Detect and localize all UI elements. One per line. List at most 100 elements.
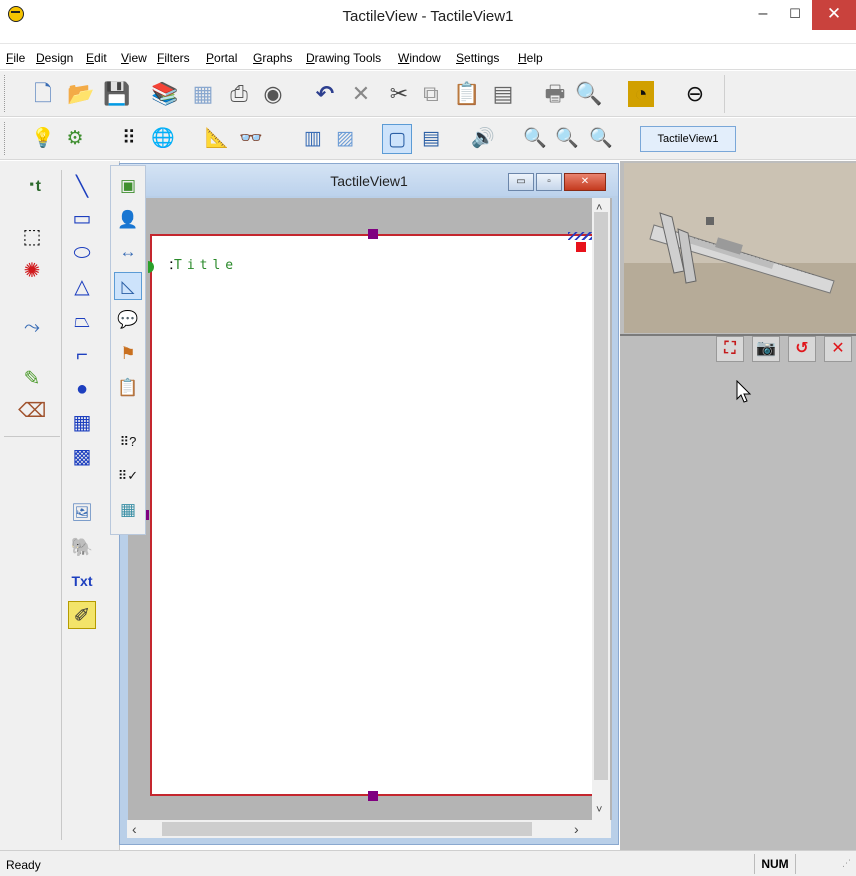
elephant-image-tool-icon[interactable]: 🐘 (68, 533, 96, 561)
insert-image-tool-icon[interactable]: 🖼 (68, 499, 96, 527)
triangle-tool-icon[interactable]: △ (68, 273, 96, 301)
menu-graphs[interactable]: Graphs (253, 51, 292, 65)
copy-icon[interactable]: ⧉ (416, 79, 446, 109)
lasso-select-tool-icon[interactable]: ✺ (18, 257, 46, 285)
save-icon[interactable]: 💾 (102, 79, 132, 109)
delete-icon[interactable]: ✕ (346, 79, 376, 109)
settings-brush-icon[interactable]: ⚙ (60, 124, 90, 154)
paste-icon[interactable]: 📋 (452, 79, 482, 109)
scroll-left-arrow[interactable]: ‹ (132, 821, 137, 837)
webcam-icon[interactable]: ◉ (258, 79, 288, 109)
measure-icon[interactable]: 📐 (202, 124, 232, 154)
braille-text-tool-icon[interactable]: ⠐t (18, 173, 46, 201)
layers-icon[interactable]: ⚑ (114, 340, 142, 368)
scanner-icon[interactable]: ⎙ (224, 79, 254, 109)
menu-drawing-tools[interactable]: Drawing Tools (306, 51, 381, 65)
tip-bulb-icon[interactable]: 💡 (28, 124, 58, 154)
maximize-button[interactable]: ☐ (780, 0, 810, 30)
chart-grid-tool-icon[interactable]: ▩ (68, 443, 96, 471)
num-lock-indicator: NUM (754, 854, 796, 874)
connector-tool-icon[interactable]: ⤳ (18, 313, 46, 341)
document-properties-icon[interactable]: ▣ (114, 172, 142, 200)
image-gallery-icon[interactable]: ▦ (188, 79, 218, 109)
zoom-out-icon[interactable]: 🔍 (520, 124, 550, 154)
document-restore-button[interactable]: ▫ (536, 173, 562, 191)
braille-check-icon[interactable]: ⠿? (114, 428, 142, 456)
menu-view[interactable]: View (121, 51, 147, 65)
dot-tool-icon[interactable]: ● (68, 375, 96, 403)
user-profile-icon[interactable]: 👤 (114, 206, 142, 234)
toolbar-grip[interactable] (4, 75, 8, 112)
menu-design[interactable]: Design (36, 51, 73, 65)
speech-bubble-icon[interactable]: 💬 (114, 306, 142, 334)
trapezoid-tool-icon[interactable]: ⏢ (68, 307, 96, 335)
capture-button[interactable]: 📷 (752, 336, 780, 362)
text-tool-label[interactable]: Txt (68, 567, 96, 595)
print-preview-icon[interactable]: 🔍 (574, 79, 604, 109)
new-icon[interactable]: 🗋 (28, 79, 58, 109)
braille-verify-icon[interactable]: ⠿✓ (114, 462, 142, 490)
audio-icon[interactable]: 🔊 (468, 124, 498, 154)
tactileview-logo-icon[interactable]: ⊖ (680, 79, 710, 109)
braille-page-icon[interactable]: ▥ (298, 124, 328, 154)
window-tab-tactileview1[interactable]: TactileView1 (640, 126, 736, 152)
print-icon[interactable]: 🖶 (540, 79, 570, 109)
horizontal-scroll-thumb[interactable] (162, 822, 532, 836)
braille-dots-icon[interactable]: ⠿ (114, 124, 144, 154)
line-tool-icon[interactable]: ╲ (68, 173, 96, 201)
minimize-button[interactable]: – (748, 0, 778, 30)
cut-icon[interactable]: ✂ (384, 79, 414, 109)
rectangle-tool-icon[interactable]: ▭ (68, 205, 96, 233)
close-button[interactable]: ✕ (812, 0, 856, 30)
rss-feed-icon[interactable]: ◔ (628, 81, 654, 107)
toolbar-grip[interactable] (4, 122, 8, 155)
menu-edit[interactable]: Edit (86, 51, 107, 65)
menu-file[interactable]: File (6, 51, 25, 65)
resize-grip-icon[interactable]: ⋰ (842, 858, 851, 869)
table-tool-icon[interactable]: ▦ (68, 409, 96, 437)
scroll-right-arrow[interactable]: › (574, 821, 579, 837)
page-title-text[interactable]: Title (174, 258, 238, 273)
page-handle-bottom[interactable] (368, 791, 378, 801)
menu-portal[interactable]: Portal (206, 51, 237, 65)
fullscreen-button[interactable]: ⛶ (716, 336, 744, 362)
scroll-down-arrow[interactable]: ˅ (596, 804, 602, 816)
page-corner-hatch (568, 232, 592, 240)
library-icon[interactable]: 📚 (150, 79, 180, 109)
pattern-icon[interactable]: ▨ (330, 124, 360, 154)
select-rectangle-tool-icon[interactable]: ⬚ (18, 223, 46, 251)
menu-help[interactable]: Help (518, 51, 543, 65)
globe-icon[interactable]: 🌐 (148, 124, 178, 154)
page-view-icon[interactable]: ▢ (382, 124, 412, 154)
page-corner-marker[interactable] (576, 242, 586, 252)
page-handle-top[interactable] (368, 229, 378, 239)
paste-special-icon[interactable]: ▤ (488, 79, 518, 109)
zoom-in-icon[interactable]: 🔍 (552, 124, 582, 154)
close-camera-button[interactable]: ✕ (824, 336, 852, 362)
drawing-canvas-area[interactable]: ⠅ Title (128, 198, 612, 820)
braille-view-icon[interactable]: ▤ (416, 124, 446, 154)
pencil-tool-icon[interactable]: ✎ (18, 365, 46, 393)
glasses-icon[interactable]: 👓 (236, 124, 266, 154)
document-title-bar[interactable]: TactileView1 ▭ ▫ ✕ (120, 164, 618, 196)
menu-window[interactable]: Window (398, 51, 441, 65)
zoom-fit-icon[interactable]: 🔍 (586, 124, 616, 154)
audio-pen-tool-icon[interactable]: ✐ (68, 601, 96, 629)
camera-preview[interactable] (624, 163, 856, 333)
document-minimize-button[interactable]: ▭ (508, 173, 534, 191)
undo-icon[interactable]: ↶ (310, 79, 340, 109)
texture-grid-icon[interactable]: ▦ (114, 496, 142, 524)
menu-settings[interactable]: Settings (456, 51, 499, 65)
document-side-toolbar: ▣ 👤 ↔ ◺ 💬 ⚑ 📋 ⠿? ⠿✓ ▦ (110, 165, 146, 535)
menu-filters[interactable]: Filters (157, 51, 190, 65)
page-layout-icon[interactable]: ◺ (114, 272, 142, 300)
eraser-tool-icon[interactable]: ⌫ (18, 397, 46, 425)
vertical-scroll-thumb[interactable] (594, 212, 608, 780)
page-size-icon[interactable]: ↔ (114, 238, 142, 266)
document-close-button[interactable]: ✕ (564, 173, 606, 191)
polyline-tool-icon[interactable]: ⌐ (68, 341, 96, 369)
clipboard-icon[interactable]: 📋 (114, 374, 142, 402)
open-icon[interactable]: 📂 (66, 79, 96, 109)
refresh-button[interactable]: ↺ (788, 336, 816, 362)
ellipse-tool-icon[interactable]: ⬭ (68, 239, 96, 267)
